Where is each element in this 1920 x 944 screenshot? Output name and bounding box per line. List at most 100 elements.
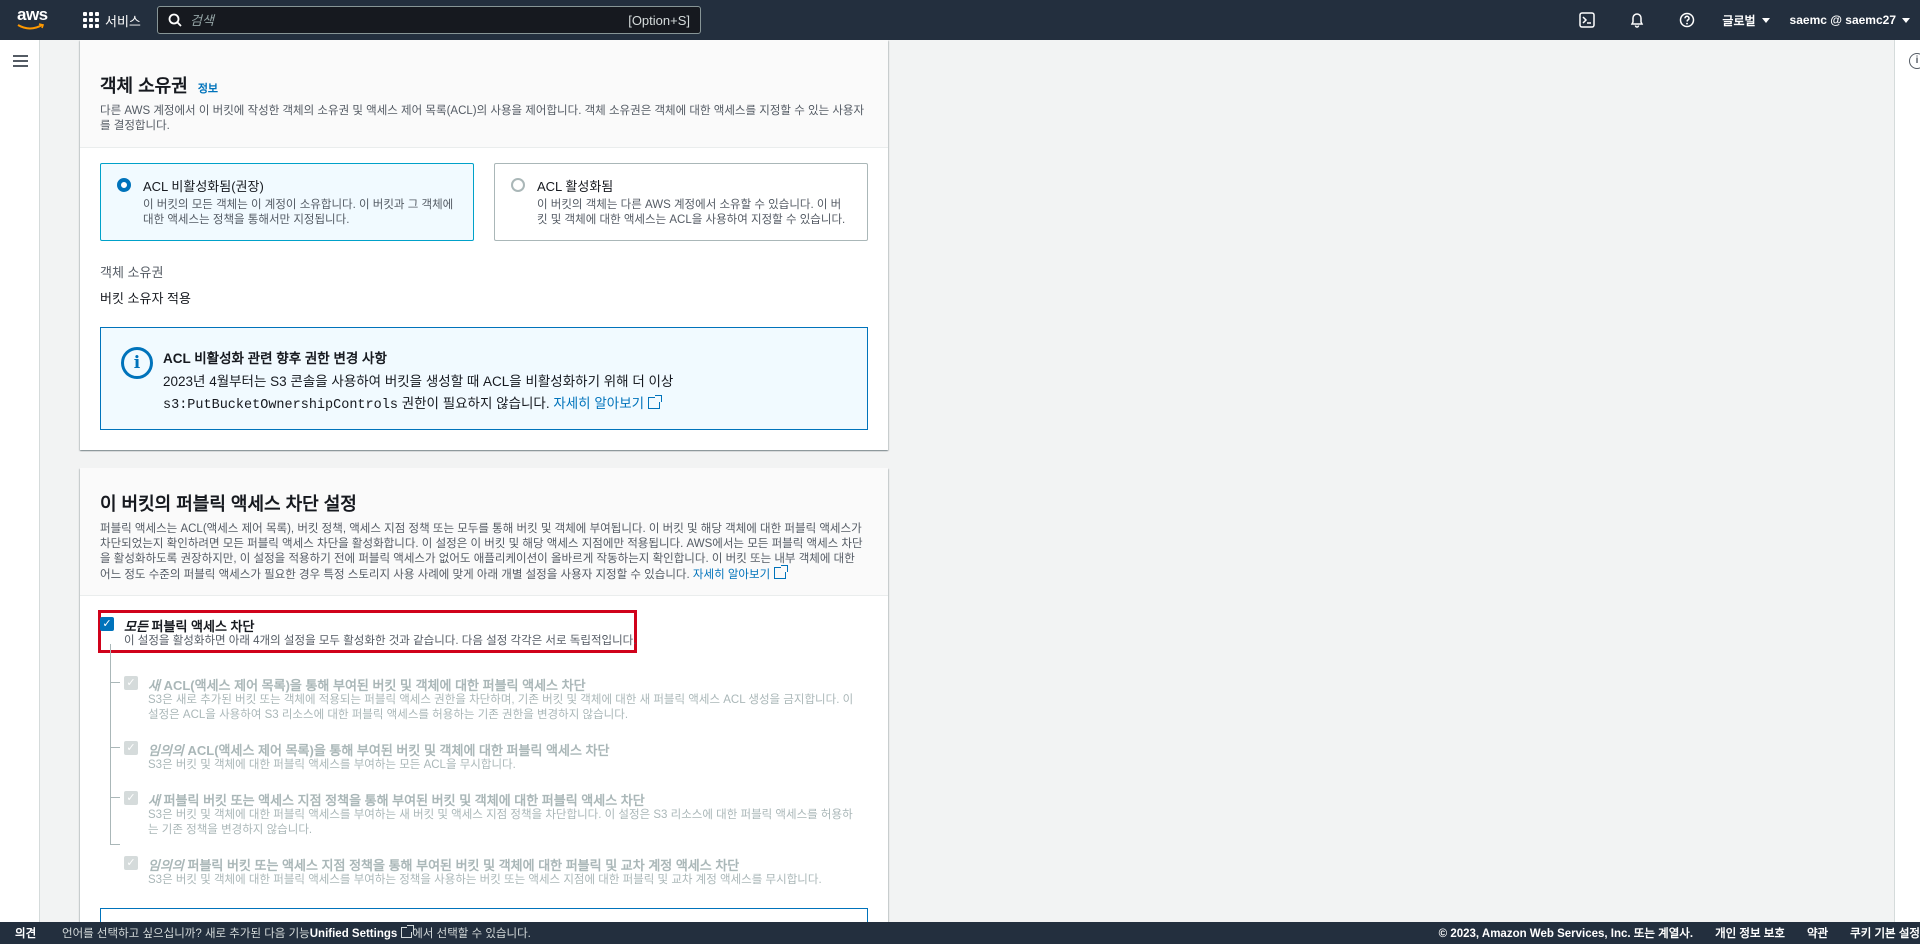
chevron-down-icon [1761,17,1770,23]
block-all-checkbox[interactable]: ✓ [100,617,114,631]
learn-more-link[interactable]: 자세히 알아보기 [553,395,663,411]
permission-code: s3:PutBucketOwnershipControls [163,398,398,413]
radio-button[interactable] [511,178,525,192]
acl-enabled-tile[interactable]: ACL 활성화됨 이 버킷의 객체는 다른 AWS 계정에서 소유할 수 있습니… [494,163,868,241]
footer-links: © 2023, Amazon Web Services, Inc. 또는 계열사… [1439,925,1920,941]
language-notice: 언어를 선택하고 싶으십니까? 새로 추가된 다음 기능Unified Sett… [62,925,531,941]
cookie-preferences-link[interactable]: 쿠키 기본 설정 [1850,925,1920,941]
aws-logo-text: aws [17,5,48,24]
acl-disabled-tile[interactable]: ACL 비활성화됨(권장) 이 버킷의 모든 객체는 이 계정이 소유합니다. … [100,163,474,241]
menu-icon[interactable] [13,55,28,67]
aws-logo[interactable]: aws [17,6,51,34]
tree-branch [110,844,120,845]
grid-icon [83,12,99,28]
block-all-description: 이 설정을 활성화하면 아래 4개의 설정을 모두 활성화한 것과 같습니다. … [124,635,637,647]
external-link-icon [648,395,663,409]
top-navigation: aws 서비스 [Option+S] 글로벌 saemc @ saemc27 [0,0,1920,40]
alert-body: 2023년 4월부터는 S3 콘솔을 사용하여 버킷을 생성할 때 ACL을 비… [163,371,847,417]
search-shortcut-hint: [Option+S] [628,12,690,28]
title-emphasis: 모든 [124,619,148,634]
title-emphasis: 새 [148,678,160,693]
panel-header: 객체 소유권 정보 다른 AWS 계정에서 이 버킷에 작성한 객체의 소유권 … [80,40,888,148]
sub-option-title: 임의의 ACL(액세스 제어 목록)을 통해 부여된 버킷 및 객체에 대한 퍼… [148,740,609,759]
copyright: © 2023, Amazon Web Services, Inc. 또는 계열사… [1438,928,1694,940]
tile-title: ACL 활성화됨 [537,179,614,194]
ownership-field-value: 버킷 소유자 적용 [100,291,191,306]
title-emphasis: 임의의 [148,858,184,873]
cloudshell-button[interactable] [1562,0,1612,40]
tile-title: ACL 비활성화됨(권장) [143,179,264,194]
aws-smile-icon [17,23,45,30]
panel-title: 객체 소유권 [100,76,188,96]
search-input[interactable] [190,12,629,28]
ownership-tiles: ACL 비활성화됨(권장) 이 버킷의 모든 객체는 이 계정이 소유합니다. … [100,163,868,241]
services-label: 서비스 [105,13,141,29]
region-label: 글로벌 [1722,13,1756,28]
title-rest: ACL(액세스 제어 목록)을 통해 부여된 버킷 및 객체에 대한 퍼블릭 액… [159,678,586,693]
block-public-access-panel: 이 버킷의 퍼블릭 액세스 차단 설정 퍼블릭 액세스는 ACL(액세스 제어 … [80,468,888,944]
alert-title: ACL 비활성화 관련 향후 권한 변경 사항 [163,351,387,366]
tree-branch [110,797,120,798]
sub-option-checkbox: ✓ [124,856,138,870]
radio-button-selected[interactable] [117,178,131,192]
learn-more-label: 자세히 알아보기 [553,396,645,411]
sub-option-title: 새 ACL(액세스 제어 목록)을 통해 부여된 버킷 및 객체에 대한 퍼블릭… [148,675,586,694]
external-link-icon [401,925,415,938]
help-button[interactable] [1662,0,1712,40]
bell-icon [1631,13,1644,28]
tree-line [110,644,111,844]
privacy-link[interactable]: 개인 정보 보호 [1715,925,1785,941]
right-rail: i [1894,40,1920,922]
info-icon: i [121,347,153,379]
sub-option-title: 새 퍼블릭 버킷 또는 액세스 지점 정책을 통해 부여된 버킷 및 객체에 대… [148,790,645,809]
panel-title: 이 버킷의 퍼블릭 액세스 차단 설정 [100,494,357,514]
region-selector[interactable]: 글로벌 [1712,0,1779,40]
search-icon [168,13,182,27]
alert-body-suffix: 권한이 필요하지 않습니다. [397,396,550,411]
terms-link[interactable]: 약관 [1807,925,1828,941]
sub-option-description: S3은 버킷 및 객체에 대한 퍼블릭 액세스를 부여하는 정책을 사용하는 버… [148,874,822,886]
learn-more-label: 자세히 알아보기 [692,569,771,581]
panel-description: 퍼블릭 액세스는 ACL(액세스 제어 목록), 버킷 정책, 액세스 지점 정… [100,522,868,583]
info-link[interactable]: 정보 [198,80,218,96]
chevron-down-icon [1902,17,1910,23]
tile-description: 이 버킷의 객체는 다른 AWS 계정에서 소유할 수 있습니다. 이 버킷 및… [537,199,846,226]
tree-branch [110,682,120,683]
tree-branch [110,747,120,748]
ownership-field-label: 객체 소유권 [100,265,164,280]
sub-option-description: S3은 버킷 및 객체에 대한 퍼블릭 액세스를 부여하는 새 버킷 및 액세스… [148,809,853,836]
object-ownership-panel: 객체 소유권 정보 다른 AWS 계정에서 이 버킷에 작성한 객체의 소유권 … [80,40,888,450]
footer: 의견 언어를 선택하고 싶으십니까? 새로 추가된 다음 기능Unified S… [0,922,1920,944]
sub-option-checkbox: ✓ [124,741,138,755]
panel-description: 다른 AWS 계정에서 이 버킷에 작성한 객체의 소유권 및 액세스 제어 목… [100,105,865,132]
lang-prefix: 언어를 선택하고 싶으십니까? 새로 추가된 다음 기능 [62,928,310,940]
account-label: saemc @ saemc27 [1789,13,1896,27]
title-rest: 퍼블릭 액세스 차단 [147,619,255,634]
external-link-icon [774,565,789,579]
nav-right-group: 글로벌 saemc @ saemc27 [1562,0,1920,40]
feedback-button[interactable]: 의견 [15,925,36,941]
learn-more-link[interactable]: 자세히 알아보기 [692,565,789,581]
terminal-icon [1579,12,1596,28]
notifications-button[interactable] [1612,0,1662,40]
title-emphasis: 새 [148,793,160,808]
sub-option-title: 임의의 퍼블릭 버킷 또는 액세스 지점 정책을 통해 부여된 버킷 및 객체에… [148,855,739,874]
title-rest: 퍼블릭 버킷 또는 액세스 지점 정책을 통해 부여된 버킷 및 객체에 대한 … [159,793,645,808]
sub-option-description: S3은 버킷 및 객체에 대한 퍼블릭 액세스를 부여하는 모든 ACL을 무시… [148,759,516,771]
lang-suffix: 에서 선택할 수 있습니다. [412,928,531,940]
alert-body-text: 2023년 4월부터는 S3 콘솔을 사용하여 버킷을 생성할 때 ACL을 비… [163,374,674,389]
sub-option-checkbox: ✓ [124,791,138,805]
title-emphasis: 임의의 [148,743,184,758]
title-rest: ACL(액세스 제어 목록)을 통해 부여된 버킷 및 객체에 대한 퍼블릭 액… [183,743,610,758]
services-menu-button[interactable]: 서비스 [83,0,141,40]
sub-option-checkbox: ✓ [124,676,138,690]
search-box[interactable]: [Option+S] [157,6,701,34]
left-rail [0,40,40,922]
panel-header: 이 버킷의 퍼블릭 액세스 차단 설정 퍼블릭 액세스는 ACL(액세스 제어 … [80,468,888,596]
tile-description: 이 버킷의 모든 객체는 이 계정이 소유합니다. 이 버킷과 그 객체에 대한… [143,199,454,226]
block-all-title: 모든 퍼블릭 액세스 차단 [124,616,254,635]
help-icon [1680,12,1695,28]
account-menu[interactable]: saemc @ saemc27 [1780,0,1920,40]
unified-settings-link[interactable]: Unified Settings [310,928,398,940]
info-panel-icon[interactable]: i [1909,53,1920,69]
